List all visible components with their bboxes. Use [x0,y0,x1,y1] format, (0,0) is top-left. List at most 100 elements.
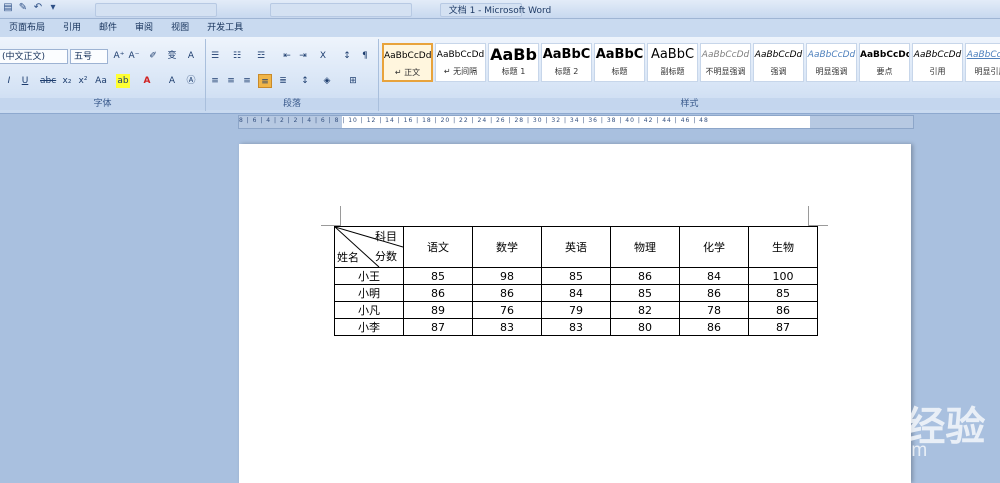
score-cell[interactable]: 85 [541,267,611,285]
tab-developer[interactable]: 开发工具 [198,19,252,37]
subject-header[interactable]: 数学 [472,226,542,268]
score-cell[interactable]: 86 [748,301,818,319]
show-marks-icon[interactable]: ¶ [358,49,372,63]
score-cell[interactable]: 87 [748,318,818,336]
subject-header[interactable]: 生物 [748,226,818,268]
style-intense-emphasis[interactable]: AaBbCcDd 明显强调 [806,43,857,82]
style-intense-quote[interactable]: AaBbCcDd 明显引用 [965,43,1000,82]
score-cell[interactable]: 85 [610,284,680,302]
score-cell[interactable]: 87 [403,318,473,336]
justify-icon[interactable]: ≡ [258,74,272,88]
multilevel-list-icon[interactable]: ☲ [254,49,268,63]
score-cell[interactable]: 85 [403,267,473,285]
chinese-layout-icon[interactable]: X [316,49,330,63]
score-cell[interactable]: 82 [610,301,680,319]
style-quote[interactable]: AaBbCcDd 引用 [912,43,963,82]
style-title[interactable]: AaBbC 标题 [594,43,645,82]
subscript-icon[interactable]: x₂ [60,74,74,88]
align-left-icon[interactable]: ≡ [208,74,222,88]
table-row: 小李 87 83 83 80 86 87 [334,318,818,336]
tab-references[interactable]: 引用 [54,19,90,37]
char-shading-icon[interactable]: A [165,74,179,88]
subject-header[interactable]: 化学 [679,226,749,268]
distributed-icon[interactable]: ≣ [276,74,290,88]
shrink-font-icon[interactable]: A⁻ [127,49,141,63]
paragraph-group-label: 段落 [206,98,378,110]
style-strong[interactable]: AaBbCcDd 要点 [859,43,910,82]
score-cell[interactable]: 86 [679,318,749,336]
corner-name-label: 姓名 [337,251,359,264]
grow-font-icon[interactable]: A⁺ [112,49,126,63]
highlight-icon[interactable]: ab [116,74,130,88]
score-cell[interactable]: 100 [748,267,818,285]
style-heading-2[interactable]: AaBbC 标题 2 [541,43,592,82]
clear-format-icon[interactable]: ✐ [146,49,160,63]
score-table[interactable]: 科目 分数 姓名 语文 数学 英语 物理 化学 生物 小王 85 98 85 8… [334,226,818,336]
score-cell[interactable]: 86 [610,267,680,285]
phonetic-icon[interactable]: 变 [165,49,179,63]
score-cell[interactable]: 86 [403,284,473,302]
subject-header[interactable]: 语文 [403,226,473,268]
superscript-icon[interactable]: x² [76,74,90,88]
student-name-cell[interactable]: 小凡 [334,301,404,319]
tab-page-layout[interactable]: 页面布局 [0,19,54,37]
student-name-cell[interactable]: 小李 [334,318,404,336]
subject-header[interactable]: 物理 [610,226,680,268]
increase-indent-icon[interactable]: ⇥ [296,49,310,63]
font-color-icon[interactable]: A [140,74,154,88]
decrease-indent-icon[interactable]: ⇤ [280,49,294,63]
shading-icon[interactable]: ◈ [320,74,334,88]
score-cell[interactable]: 84 [679,267,749,285]
style-no-spacing[interactable]: AaBbCcDd ↵ 无间隔 [435,43,486,82]
font-size-select[interactable]: 五号 [70,49,108,64]
student-name-cell[interactable]: 小王 [334,267,404,285]
score-cell[interactable]: 80 [610,318,680,336]
change-case-icon[interactable]: Aa [94,74,108,88]
table-header-row: 科目 分数 姓名 语文 数学 英语 物理 化学 生物 [334,226,818,268]
tab-mailings[interactable]: 邮件 [90,19,126,37]
score-cell[interactable]: 86 [679,284,749,302]
score-cell[interactable]: 83 [541,318,611,336]
italic-icon[interactable]: I [2,74,16,88]
score-cell[interactable]: 76 [472,301,542,319]
baidu-jingyan-watermark: Bai du 经验 jingyan.baidu.com [768,378,1000,483]
score-cell[interactable]: 79 [541,301,611,319]
tab-review[interactable]: 审阅 [126,19,162,37]
score-cell[interactable]: 86 [472,284,542,302]
font-group: (中文正文) 五号 A⁺ A⁻ ✐ 变 A I U abc x₂ x² Aa a… [0,39,206,111]
score-cell[interactable]: 85 [748,284,818,302]
score-cell[interactable]: 83 [472,318,542,336]
tab-view[interactable]: 视图 [162,19,198,37]
numbering-icon[interactable]: ☷ [230,49,244,63]
style-emphasis[interactable]: AaBbCcDd 强调 [753,43,804,82]
char-border-icon[interactable]: A [184,49,198,63]
crop-mark [340,206,341,226]
crop-mark [808,206,809,226]
line-spacing-icon[interactable]: ↕ [298,74,312,88]
underline-icon[interactable]: U [18,74,32,88]
window-title: 文档 1 - Microsoft Word [448,6,552,16]
diagonal-header-cell[interactable]: 科目 分数 姓名 [334,226,404,268]
borders-icon[interactable]: ⊞ [346,74,360,88]
horizontal-ruler[interactable]: 8 | 6 | 4 | 2 | 2 | 4 | 6 | 8 | 10 | 12 … [238,115,914,129]
align-center-icon[interactable]: ≡ [224,74,238,88]
score-cell[interactable]: 78 [679,301,749,319]
align-right-icon[interactable]: ≡ [240,74,254,88]
style-heading-1[interactable]: AaBb 标题 1 [488,43,539,82]
sort-icon[interactable]: ↕ [340,49,354,63]
enclose-char-icon[interactable]: Ⓐ [184,74,198,88]
style-subtle-emphasis[interactable]: AaBbCcDd 不明显强调 [700,43,751,82]
strikethrough-icon[interactable]: abc [40,74,56,88]
style-subtitle[interactable]: AaBbC 副标题 [647,43,698,82]
subject-header[interactable]: 英语 [541,226,611,268]
bullets-icon[interactable]: ☰ [208,49,222,63]
student-name-cell[interactable]: 小明 [334,284,404,302]
paragraph-group: ☰ ☷ ☲ ⇤ ⇥ X ↕ ¶ ≡ ≡ ≡ ≡ ≣ ↕ ◈ ⊞ 段落 [206,39,379,111]
score-cell[interactable]: 84 [541,284,611,302]
font-name-select[interactable]: (中文正文) [0,49,68,64]
score-cell[interactable]: 89 [403,301,473,319]
ribbon-tabs: 页面布局 引用 邮件 审阅 视图 开发工具 [0,19,1000,37]
corner-subject-label: 科目 [375,230,397,243]
style-normal[interactable]: AaBbCcDd ↵ 正文 [382,43,433,82]
score-cell[interactable]: 98 [472,267,542,285]
